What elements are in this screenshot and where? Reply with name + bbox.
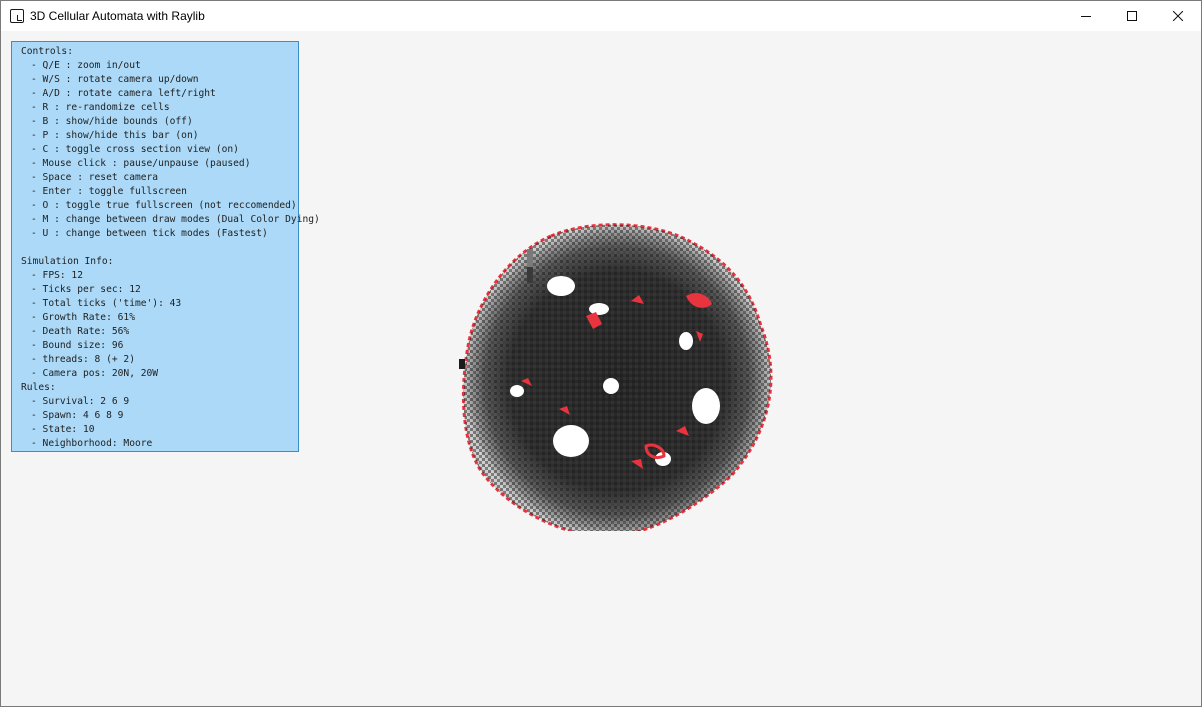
- sim-info-item: - Total ticks ('time'): 43: [31, 298, 182, 309]
- controls-item: - Space : reset camera: [31, 172, 159, 183]
- maximize-icon: [1127, 11, 1137, 21]
- controls-item: - C : toggle cross section view (on): [31, 144, 239, 155]
- render-canvas[interactable]: Controls: - Q/E : zoom in/out - W/S : ro…: [1, 31, 1201, 706]
- sim-info-item: - FPS: 12: [31, 270, 83, 281]
- cellular-automata-render: [459, 223, 773, 531]
- sim-info-heading: Simulation Info:: [21, 256, 114, 267]
- rules-item: - State: 10: [31, 424, 95, 435]
- minimize-icon: [1081, 16, 1091, 17]
- app-icon: [10, 9, 24, 23]
- app-window: 3D Cellular Automata with Raylib Control…: [0, 0, 1202, 707]
- sim-info-item: - Growth Rate: 61%: [31, 312, 135, 323]
- hole: [510, 385, 524, 397]
- rules-item: - Survival: 2 6 9: [31, 396, 130, 407]
- hole: [603, 378, 619, 394]
- controls-item: - Mouse click : pause/unpause (paused): [31, 158, 251, 169]
- controls-item: - Enter : toggle fullscreen: [31, 186, 187, 197]
- rules-item: - Neighborhood: Moore: [31, 438, 153, 449]
- window-title: 3D Cellular Automata with Raylib: [30, 9, 205, 23]
- controls-item: - U : change between tick modes (Fastest…: [31, 228, 268, 239]
- controls-item: - O : toggle true fullscreen (not reccom…: [31, 200, 297, 211]
- info-panel: Controls: - Q/E : zoom in/out - W/S : ro…: [11, 41, 320, 452]
- controls-item: - A/D : rotate camera left/right: [31, 88, 216, 99]
- hole: [553, 425, 589, 457]
- maximize-button[interactable]: [1109, 1, 1155, 31]
- hole: [589, 303, 609, 315]
- controls-item: - Q/E : zoom in/out: [31, 60, 141, 71]
- sim-info-item: - Camera pos: 20N, 20W: [31, 368, 159, 379]
- controls-item: - R : re-randomize cells: [31, 102, 170, 113]
- rules-item: - Spawn: 4 6 8 9: [31, 410, 124, 421]
- title-bar[interactable]: 3D Cellular Automata with Raylib: [1, 1, 1201, 31]
- close-button[interactable]: [1155, 1, 1201, 31]
- sim-info-item: - Bound size: 96: [31, 340, 124, 351]
- minimize-button[interactable]: [1063, 1, 1109, 31]
- controls-item: - B : show/hide bounds (off): [31, 116, 193, 127]
- sim-info-item: - Death Rate: 56%: [31, 326, 130, 337]
- hole: [679, 332, 693, 350]
- close-icon: [1173, 11, 1183, 21]
- hole: [692, 388, 720, 424]
- controls-item: - W/S : rotate camera up/down: [31, 74, 199, 85]
- sim-info-item: - threads: 8 (+ 2): [31, 354, 135, 365]
- controls-item: - P : show/hide this bar (on): [31, 130, 199, 141]
- sim-info-item: - Ticks per sec: 12: [31, 284, 141, 295]
- controls-item: - M : change between draw modes (Dual Co…: [31, 214, 320, 225]
- hole: [547, 276, 575, 296]
- window-controls: [1063, 1, 1201, 31]
- controls-heading: Controls:: [21, 46, 73, 57]
- cell-cluster: [459, 223, 773, 531]
- rules-heading: Rules:: [21, 382, 56, 393]
